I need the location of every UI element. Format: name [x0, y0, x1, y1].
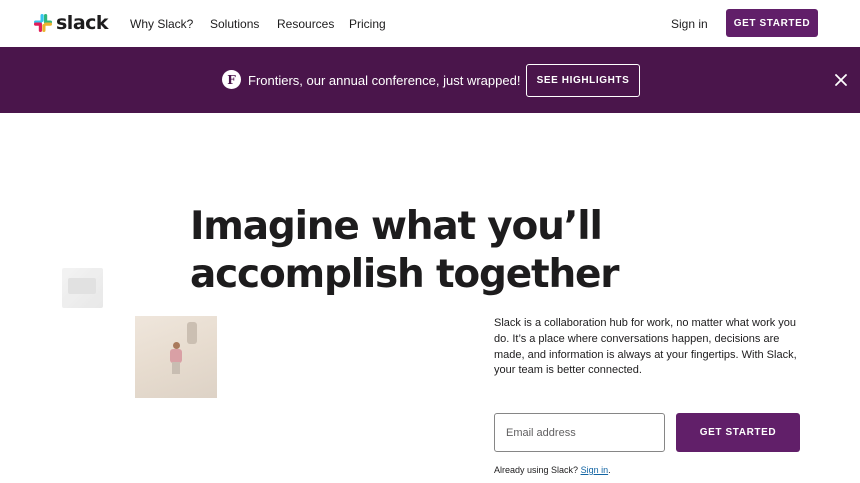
- get-started-button-hero[interactable]: GET STARTED: [676, 413, 800, 452]
- nav-link-why-slack[interactable]: Why Slack?: [130, 17, 193, 31]
- hero-description: Slack is a collaboration hub for work, n…: [494, 317, 797, 377]
- get-started-button-nav[interactable]: GET STARTED: [726, 9, 818, 37]
- hero-image-people: [135, 316, 217, 398]
- nav-link-pricing[interactable]: Pricing: [349, 17, 386, 31]
- person-figure-secondary: [187, 322, 197, 344]
- already-using-label: Already using Slack?: [494, 465, 579, 475]
- hero-image-small: [62, 268, 103, 308]
- banner-text: Frontiers, our annual conference, just w…: [248, 73, 521, 88]
- sign-in-link[interactable]: Sign in: [671, 17, 708, 31]
- email-field[interactable]: [494, 413, 665, 452]
- slack-logo[interactable]: slack: [34, 12, 109, 34]
- already-using-text: Already using Slack? Sign in.: [494, 465, 611, 475]
- nav-link-solutions[interactable]: Solutions: [210, 17, 259, 31]
- top-nav: slack Why Slack? Solutions Resources Pri…: [0, 0, 860, 47]
- hero-sign-in-link[interactable]: Sign in: [581, 465, 609, 475]
- person-figure: [169, 342, 183, 374]
- close-icon[interactable]: [833, 72, 849, 88]
- hero-headline: Imagine what you’ll accomplish together: [190, 204, 619, 297]
- see-highlights-button[interactable]: SEE HIGHLIGHTS: [526, 64, 640, 97]
- logo-wordmark: slack: [56, 12, 109, 34]
- slack-logo-icon: [34, 14, 52, 32]
- frontiers-badge-icon: F: [222, 70, 241, 89]
- nav-link-resources[interactable]: Resources: [277, 17, 334, 31]
- announcement-banner: F Frontiers, our annual conference, just…: [0, 47, 860, 113]
- trailing-period: .: [608, 465, 611, 475]
